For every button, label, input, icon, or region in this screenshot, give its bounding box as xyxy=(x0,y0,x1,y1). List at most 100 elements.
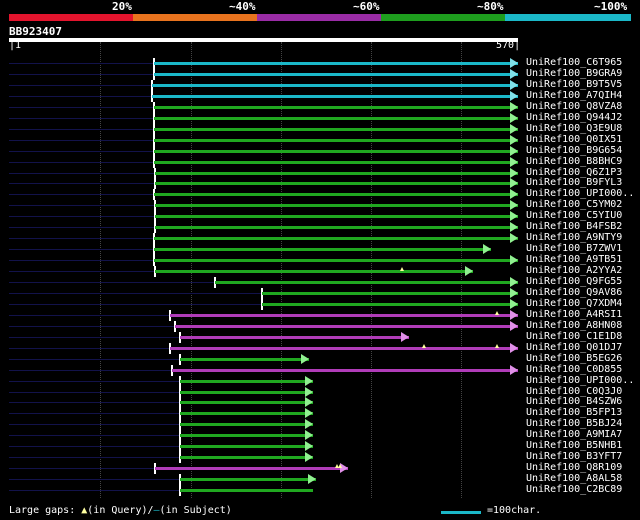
hit-accession-link[interactable]: UniRef100_B9FYL3 xyxy=(526,177,622,188)
hit-accession-link[interactable]: UniRef100_B9G654 xyxy=(526,145,622,156)
hit-bar[interactable] xyxy=(155,270,474,274)
hit-accession-link[interactable]: UniRef100_B7ZWV1 xyxy=(526,243,622,254)
hit-end-arrow-icon xyxy=(465,266,474,277)
hit-accession-link[interactable]: UniRef100_C0D855 xyxy=(526,364,622,375)
hit-end-arrow-icon xyxy=(510,298,518,309)
hit-bar[interactable] xyxy=(153,259,518,263)
hit-row[interactable]: UniRef100_C2BC89 xyxy=(0,484,640,497)
hit-bar[interactable] xyxy=(175,324,518,328)
hit-bar[interactable] xyxy=(153,149,518,153)
scale-label-100: ~100% xyxy=(594,0,628,13)
hit-bar[interactable] xyxy=(179,379,313,383)
hit-accession-link[interactable]: UniRef100_B4FSB2 xyxy=(526,221,622,232)
hit-bar[interactable] xyxy=(172,368,518,372)
hit-accession-link[interactable]: UniRef100_B5EG26 xyxy=(526,353,622,364)
hit-bar[interactable] xyxy=(179,401,313,405)
hit-bar[interactable] xyxy=(153,160,518,164)
scale-legend-line xyxy=(441,511,481,514)
hit-bar[interactable] xyxy=(261,291,518,295)
hit-end-arrow-icon xyxy=(510,134,518,145)
hit-bar[interactable] xyxy=(169,313,518,317)
hit-accession-link[interactable]: UniRef100_A9MIA7 xyxy=(526,429,622,440)
scale-segment-80 xyxy=(381,14,505,21)
hit-accession-link[interactable]: UniRef100_B3YFT7 xyxy=(526,451,622,462)
hit-accession-link[interactable]: UniRef100_Q8VZA8 xyxy=(526,101,622,112)
hit-bar[interactable] xyxy=(154,182,518,186)
hit-accession-link[interactable]: UniRef100_Q9AV86 xyxy=(526,287,622,298)
hit-bar[interactable] xyxy=(261,302,518,306)
hit-bar[interactable] xyxy=(153,116,518,120)
hit-accession-link[interactable]: UniRef100_A7QIH4 xyxy=(526,90,622,101)
hit-accession-link[interactable]: UniRef100_Q944J2 xyxy=(526,112,622,123)
hit-track xyxy=(9,336,180,338)
hit-track xyxy=(9,358,180,360)
hit-end-arrow-icon xyxy=(308,474,317,485)
hit-bar[interactable] xyxy=(154,171,518,175)
hit-track xyxy=(9,95,152,97)
hit-accession-link[interactable]: UniRef100_B4SZW6 xyxy=(526,396,622,407)
hit-accession-link[interactable]: UniRef100_B9GRA9 xyxy=(526,68,622,79)
hit-accession-link[interactable]: UniRef100_A9TB51 xyxy=(526,254,622,265)
hit-bar[interactable] xyxy=(179,489,313,493)
hit-bar[interactable] xyxy=(153,127,518,131)
hit-bar[interactable] xyxy=(179,390,313,394)
hit-bar[interactable] xyxy=(151,83,518,87)
hit-accession-link[interactable]: UniRef100_B5NHB1 xyxy=(526,440,622,451)
hit-accession-link[interactable]: UniRef100_A2YYA2 xyxy=(526,265,622,276)
hit-bar[interactable] xyxy=(153,72,518,76)
hit-accession-link[interactable]: UniRef100_Q01DJ7 xyxy=(526,342,622,353)
hit-accession-link[interactable]: UniRef100_Q7XDM4 xyxy=(526,298,622,309)
hit-bar[interactable] xyxy=(154,215,518,219)
query-gap-triangle-icon xyxy=(399,267,404,272)
hit-bar[interactable] xyxy=(179,335,410,339)
hit-accession-link[interactable]: UniRef100_Q3E9U8 xyxy=(526,123,622,134)
hit-bar[interactable] xyxy=(153,62,518,65)
scale-label-40: ~40% xyxy=(229,0,256,13)
hit-bar[interactable] xyxy=(153,193,518,197)
hit-bar[interactable] xyxy=(155,467,349,471)
hit-accession-link[interactable]: UniRef100_Q9FG55 xyxy=(526,276,622,287)
hit-bar[interactable] xyxy=(151,94,518,98)
hit-bar[interactable] xyxy=(179,434,313,438)
hit-bar[interactable] xyxy=(153,138,518,142)
hit-accession-link[interactable]: UniRef100_A8AL58 xyxy=(526,473,622,484)
query-gap-triangle-icon xyxy=(494,310,499,315)
hit-bar[interactable] xyxy=(179,357,310,361)
hit-bar[interactable] xyxy=(179,412,313,416)
hit-end-arrow-icon xyxy=(304,397,313,408)
hit-accession-link[interactable]: UniRef100_UPI000.. xyxy=(526,188,634,199)
hit-end-arrow-icon xyxy=(510,112,518,123)
hit-bar[interactable] xyxy=(154,226,518,230)
hit-bar[interactable] xyxy=(179,445,313,449)
hit-track xyxy=(9,424,180,426)
hit-bar[interactable] xyxy=(153,248,492,252)
hit-bar[interactable] xyxy=(179,456,313,460)
hit-accession-link[interactable]: UniRef100_B8BHC9 xyxy=(526,156,622,167)
hit-bar[interactable] xyxy=(153,237,518,241)
hit-accession-link[interactable]: UniRef100_C0Q3J0 xyxy=(526,386,622,397)
hit-bar[interactable] xyxy=(215,281,518,284)
hit-accession-link[interactable]: UniRef100_A4RSI1 xyxy=(526,309,622,320)
hit-accession-link[interactable]: UniRef100_C5YM02 xyxy=(526,199,622,210)
hit-accession-link[interactable]: UniRef100_Q8R109 xyxy=(526,462,622,473)
hit-accession-link[interactable]: UniRef100_B5BJ24 xyxy=(526,418,622,429)
hit-accession-link[interactable]: UniRef100_A8HN08 xyxy=(526,320,622,331)
hit-accession-link[interactable]: UniRef100_B5FP13 xyxy=(526,407,622,418)
hit-bar[interactable] xyxy=(153,105,518,109)
hit-end-arrow-icon xyxy=(304,419,313,430)
hit-bar[interactable] xyxy=(169,346,518,350)
hit-accession-link[interactable]: UniRef100_C6T965 xyxy=(526,57,622,68)
hit-accession-link[interactable]: UniRef100_C1E1D8 xyxy=(526,331,622,342)
hit-bar[interactable] xyxy=(179,423,313,427)
hit-accession-link[interactable]: UniRef100_UPI000.. xyxy=(526,375,634,386)
hit-end-arrow-icon xyxy=(401,331,410,342)
hit-accession-link[interactable]: UniRef100_A9NTY9 xyxy=(526,232,622,243)
hit-end-arrow-icon xyxy=(510,68,518,79)
hit-accession-link[interactable]: UniRef100_C5YIU0 xyxy=(526,210,622,221)
hit-accession-link[interactable]: UniRef100_B9T5V5 xyxy=(526,79,622,90)
hit-bar[interactable] xyxy=(179,478,317,482)
hit-accession-link[interactable]: UniRef100_Q0IX51 xyxy=(526,134,622,145)
hit-accession-link[interactable]: UniRef100_Q6Z1P3 xyxy=(526,167,622,178)
hit-accession-link[interactable]: UniRef100_C2BC89 xyxy=(526,484,622,495)
hit-bar[interactable] xyxy=(154,204,518,208)
